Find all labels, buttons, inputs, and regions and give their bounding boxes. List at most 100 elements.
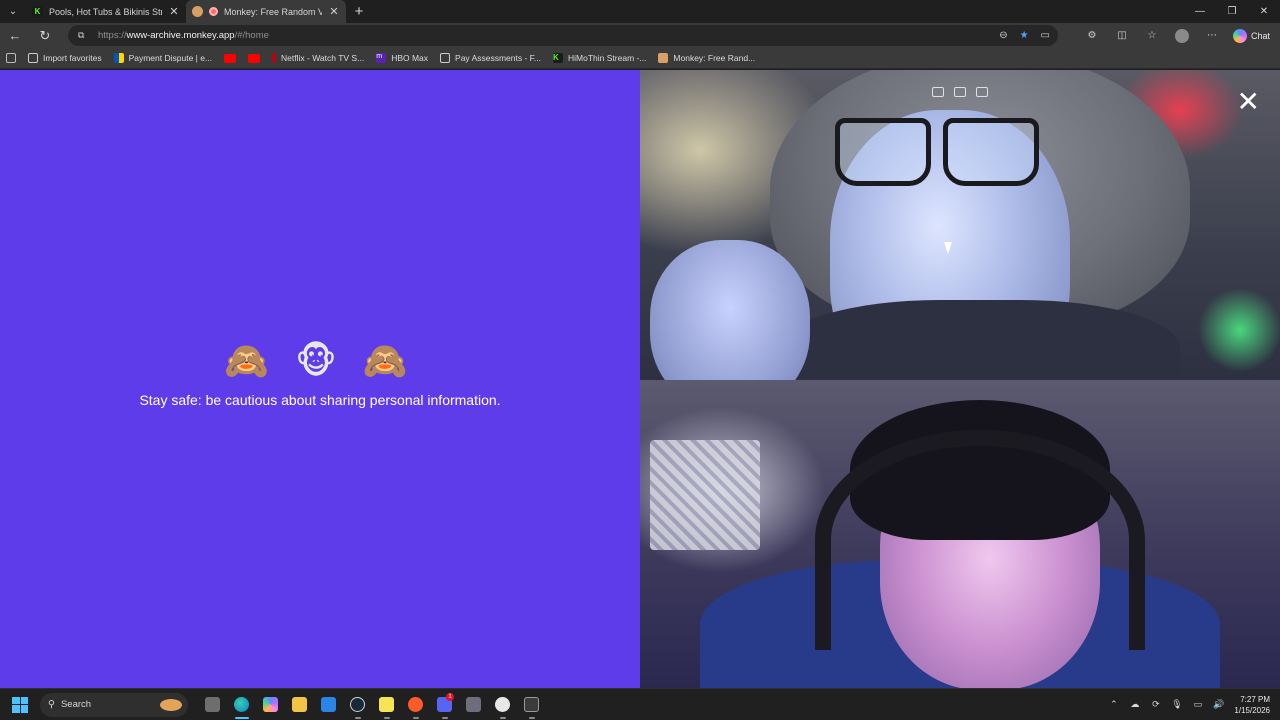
site-info-icon[interactable]: ⧉ <box>78 30 92 41</box>
bookmark-himothin-stream[interactable]: K HiMoThin Stream -... <box>553 53 646 63</box>
copilot-app[interactable] <box>256 689 285 720</box>
video-editor-app[interactable] <box>517 689 546 720</box>
more-menu-icon[interactable]: ⋯ <box>1197 30 1227 41</box>
folder-icon <box>292 697 307 712</box>
video-overlay-controls <box>932 87 988 97</box>
coat <box>780 300 1180 380</box>
tab-monkey[interactable]: Monkey: Free Random Video ✕ <box>186 0 346 23</box>
search-highlight-icon <box>160 698 182 711</box>
bookmark-payment-dispute[interactable]: Payment Dispute | e... <box>113 53 212 63</box>
close-icon[interactable]: ✕ <box>1237 88 1260 116</box>
sticky-notes-icon <box>379 697 394 712</box>
calculator-app[interactable] <box>459 689 488 720</box>
window-controls: — ❐ ✕ <box>1184 0 1280 23</box>
youtube-icon <box>224 53 237 63</box>
discord-app[interactable]: 1 <box>430 689 459 720</box>
clock-app[interactable] <box>488 689 517 720</box>
start-button[interactable] <box>0 689 40 720</box>
volume-icon[interactable]: 🔊 <box>1213 699 1224 710</box>
obs-icon <box>408 697 423 712</box>
maximize-button[interactable]: ❐ <box>1216 0 1248 23</box>
tab-strip: ⌄ K Pools, Hot Tubs & Bikinis Stream ✕ M… <box>0 0 1280 23</box>
local-video <box>640 380 1280 688</box>
microphone-icon[interactable]: 🎙 <box>1171 699 1182 710</box>
favorite-star-icon[interactable]: ★ <box>1020 30 1029 41</box>
sticky-notes-app[interactable] <box>372 689 401 720</box>
taskbar: ⚲ Search 1 ⌃ ☁ ⟳ 🎙 ▭ 🔊 7:27 PM 1/15/2026 <box>0 688 1280 720</box>
date: 1/15/2026 <box>1234 705 1270 715</box>
monkey-emojis: 🙈 🐵 🙈 <box>224 340 416 381</box>
bookmark-youtube-2[interactable] <box>248 53 261 63</box>
pip-icon[interactable] <box>932 87 944 97</box>
waiting-panel: 🙈 🐵 🙈 Stay safe: be cautious about shari… <box>0 70 640 688</box>
translate-icon[interactable] <box>976 87 988 97</box>
profile-button[interactable] <box>1167 28 1197 43</box>
task-view-icon <box>205 697 220 712</box>
hbo-icon: m <box>376 53 387 63</box>
zoom-icon[interactable]: ⊖ <box>999 30 1007 41</box>
video-controls-icon[interactable] <box>954 87 966 97</box>
bookmark-youtube-1[interactable] <box>224 53 237 63</box>
camera-icon[interactable]: ▭ <box>1041 30 1050 41</box>
steam-app[interactable] <box>343 689 372 720</box>
headphones <box>815 430 1145 650</box>
edge-app[interactable] <box>227 689 256 720</box>
obs-app[interactable] <box>401 689 430 720</box>
tab-actions-chevron-icon[interactable]: ⌄ <box>0 0 26 23</box>
kick-icon: K <box>32 6 43 17</box>
store-icon <box>321 697 336 712</box>
search-label: Search <box>60 699 92 710</box>
back-button[interactable]: ← <box>0 23 30 48</box>
payment-flag-icon <box>113 53 124 63</box>
bookmark-netflix[interactable]: Netflix - Watch TV S... <box>272 53 364 63</box>
taskbar-search[interactable]: ⚲ Search <box>40 692 188 717</box>
tab-pools-stream[interactable]: K Pools, Hot Tubs & Bikinis Stream ✕ <box>26 0 186 23</box>
bookmarks-bar: Import favorites Payment Dispute | e... … <box>0 48 1280 69</box>
tab-close-icon[interactable]: ✕ <box>168 5 180 18</box>
safety-message: Stay safe: be cautious about sharing per… <box>139 392 501 408</box>
tab-close-icon[interactable]: ✕ <box>328 5 340 18</box>
glasses <box>835 118 1045 190</box>
copilot-chat-button[interactable]: Chat <box>1227 28 1280 43</box>
search-icon: ⚲ <box>48 699 55 710</box>
monkey-page: 🙈 🐵 🙈 Stay safe: be cautious about shari… <box>0 70 1280 688</box>
copilot-icon <box>263 697 278 712</box>
bookmark-import-favorites[interactable]: Import favorites <box>28 53 102 63</box>
clock-icon <box>495 697 510 712</box>
avatar <box>1174 28 1189 43</box>
bookmarks-menu-icon[interactable] <box>6 53 16 63</box>
chevron-up-icon[interactable]: ⌃ <box>1108 699 1119 710</box>
cloud-icon[interactable]: ☁ <box>1129 699 1140 710</box>
sync-icon[interactable]: ⟳ <box>1150 699 1161 710</box>
store-app[interactable] <box>314 689 343 720</box>
recording-icon <box>209 7 218 16</box>
system-tray: ⌃ ☁ ⟳ 🎙 ▭ 🔊 7:27 PM 1/15/2026 <box>1108 694 1280 716</box>
bookmark-pay-assessments[interactable]: Pay Assessments - F... <box>440 53 541 63</box>
split-screen-icon[interactable]: ◫ <box>1107 30 1137 41</box>
minimize-button[interactable]: — <box>1184 0 1216 23</box>
film-icon <box>524 697 539 712</box>
network-icon[interactable]: ▭ <box>1192 699 1203 710</box>
remote-video[interactable]: ✕ <box>640 70 1280 380</box>
address-bar[interactable]: ⧉ https:// www-archive.monkey.app /#/hom… <box>68 25 1058 46</box>
url-scheme: https:// <box>98 30 127 41</box>
clock[interactable]: 7:27 PM 1/15/2026 <box>1234 694 1270 716</box>
close-window-button[interactable]: ✕ <box>1248 0 1280 23</box>
toolbar-right: ⚙ ◫ ☆ ⋯ Chat <box>1077 23 1280 48</box>
tab-title: Pools, Hot Tubs & Bikinis Stream <box>49 6 162 17</box>
task-view-button[interactable] <box>198 689 227 720</box>
url-host: www-archive.monkey.app <box>126 30 235 41</box>
browser-toolbar: ← ↻ ⧉ https:// www-archive.monkey.app /#… <box>0 23 1280 48</box>
favorites-icon[interactable]: ☆ <box>1137 30 1167 41</box>
monkey-icon <box>658 53 669 63</box>
new-tab-button[interactable]: + <box>346 0 372 23</box>
refresh-button[interactable]: ↻ <box>30 23 60 48</box>
bookmark-hbo-max[interactable]: m HBO Max <box>376 53 428 63</box>
bookmark-monkey[interactable]: Monkey: Free Rand... <box>658 53 755 63</box>
file-explorer-app[interactable] <box>285 689 314 720</box>
youtube-icon <box>248 53 261 63</box>
monkey-favicon-icon <box>192 6 203 17</box>
extensions-icon[interactable]: ⚙ <box>1077 30 1107 41</box>
hand <box>650 240 810 380</box>
discord-badge: 1 <box>446 692 454 701</box>
